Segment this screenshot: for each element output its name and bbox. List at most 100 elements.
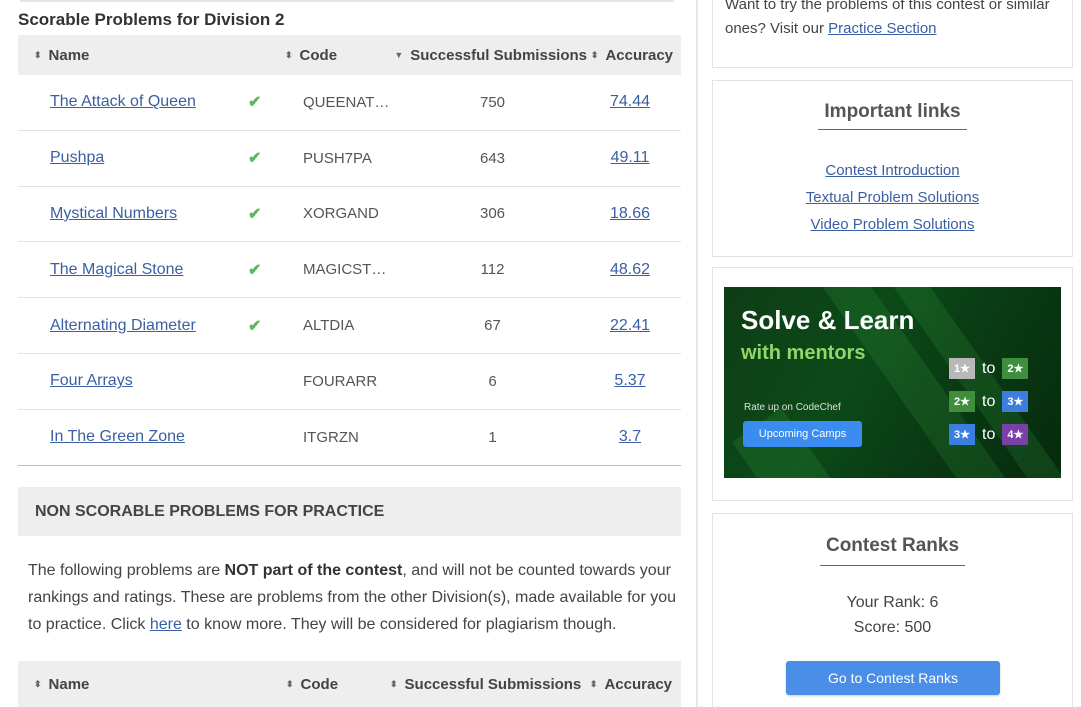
- accuracy-link[interactable]: 48.62: [610, 261, 650, 278]
- problem-link[interactable]: The Magical Stone: [50, 261, 183, 278]
- star-badge: 3★: [1002, 391, 1029, 412]
- scorable-title: Scorable Problems for Division 2: [18, 10, 285, 29]
- accuracy-link[interactable]: 18.66: [610, 205, 650, 222]
- accuracy-link[interactable]: 22.41: [610, 317, 650, 334]
- star-badge: 4★: [1002, 424, 1029, 445]
- accuracy-link[interactable]: 74.44: [610, 93, 650, 110]
- practice-card: Want to try the problems of this contest…: [712, 0, 1073, 68]
- header-label: Accuracy: [604, 675, 672, 693]
- important-links-list: Contest Introduction Textual Problem Sol…: [713, 157, 1072, 238]
- sort-icon: ⬍: [589, 678, 598, 689]
- contest-introduction-link[interactable]: Contest Introduction: [713, 157, 1072, 184]
- table-row: In The Green Zone ITGRZN 1 3.7: [18, 410, 681, 466]
- code-column-header[interactable]: ⬍ Code: [285, 47, 389, 64]
- problem-code: ITGRZN: [303, 428, 359, 446]
- sort-icon: ⬍: [390, 678, 398, 689]
- solved-check-icon: ✔: [248, 150, 262, 168]
- sort-icon: ⬍: [286, 678, 294, 689]
- banner-rate-text: Rate up on CodeChef: [744, 402, 841, 413]
- go-to-contest-ranks-button[interactable]: Go to Contest Ranks: [786, 661, 1000, 695]
- desc-bold: NOT part of the contest: [224, 562, 403, 579]
- name-column-header[interactable]: ⬍ Name: [18, 47, 285, 64]
- problem-link[interactable]: Alternating Diameter: [50, 317, 196, 334]
- submissions-column-header[interactable]: ⬍ Successful Submissions: [390, 676, 590, 693]
- to-label: to: [982, 425, 996, 443]
- your-rank: Your Rank: 6: [846, 594, 939, 611]
- problem-link[interactable]: In The Green Zone: [50, 428, 185, 445]
- table-row: Mystical Numbers ✔ XORGAND 306 18.66: [18, 187, 681, 243]
- submission-count: 643: [479, 149, 506, 167]
- header-label: Name: [48, 46, 90, 64]
- video-solutions-link[interactable]: Video Problem Solutions: [713, 211, 1072, 238]
- sort-desc-icon: ▼: [394, 49, 404, 60]
- problem-code: ALTDIA: [303, 317, 355, 335]
- submission-count: 306: [479, 205, 506, 223]
- nonscorable-title: NON SCORABLE PROBLEMS FOR PRACTICE: [18, 487, 681, 536]
- problem-link[interactable]: Four Arrays: [50, 372, 133, 389]
- code-column-header[interactable]: ⬍ Code: [286, 676, 390, 693]
- name-column-header[interactable]: ⬍ Name: [18, 676, 286, 693]
- solve-learn-banner[interactable]: Solve & Learn with mentors Rate up on Co…: [724, 287, 1061, 478]
- your-score: Score: 500: [853, 619, 932, 636]
- header-label: Code: [299, 46, 338, 64]
- header-label: Name: [48, 675, 90, 693]
- desc-text: The following problems are: [28, 562, 225, 579]
- scorable-table: ⬍ Name ⬍ Code ▼ Successful Submissions ⬍…: [18, 35, 681, 466]
- to-label: to: [982, 359, 996, 377]
- problem-code: FOURARR: [303, 372, 378, 390]
- star-badge: 3★: [949, 424, 975, 445]
- header-label: Successful Submissions: [404, 675, 582, 693]
- header-label: Successful Submissions: [410, 46, 587, 64]
- banner-card: Solve & Learn with mentors Rate up on Co…: [712, 267, 1073, 501]
- scorable-table-header: ⬍ Name ⬍ Code ▼ Successful Submissions ⬍…: [18, 35, 681, 75]
- submission-count: 1: [488, 428, 497, 446]
- problem-link[interactable]: Mystical Numbers: [50, 205, 177, 222]
- solved-check-icon: ✔: [248, 261, 262, 279]
- submissions-column-header[interactable]: ▼ Successful Submissions: [389, 47, 587, 64]
- accuracy-link[interactable]: 3.7: [619, 428, 641, 445]
- practice-section-link[interactable]: Practice Section: [828, 20, 936, 37]
- to-label: to: [982, 392, 996, 410]
- star-upgrade-row: 1★ to 2★: [949, 358, 1029, 379]
- sort-icon: ⬍: [590, 49, 599, 60]
- nonscorable-table-header: ⬍ Name ⬍ Code ⬍ Successful Submissions ⬍…: [18, 661, 681, 707]
- problems-panel: Scorable Problems for Division 2 ⬍ Name …: [0, 0, 698, 707]
- sort-icon: ⬍: [285, 49, 293, 60]
- table-row: Four Arrays FOURARR 6 5.37: [18, 354, 681, 410]
- upcoming-camps-button[interactable]: Upcoming Camps: [743, 421, 862, 447]
- accuracy-column-header[interactable]: ⬍ Accuracy: [587, 47, 681, 64]
- here-link[interactable]: here: [150, 616, 182, 633]
- sort-icon: ⬍: [34, 49, 42, 60]
- table-row: Pushpa ✔ PUSH7PA 643 49.11: [18, 131, 681, 187]
- table-row: The Magical Stone ✔ MAGICST… 112 48.62: [18, 242, 681, 299]
- problem-code: XORGAND: [303, 205, 379, 223]
- table-row: The Attack of Queen ✔ QUEENAT… 750 74.44: [18, 75, 681, 131]
- accuracy-link[interactable]: 49.11: [611, 149, 650, 166]
- important-links-card: Important links Contest Introduction Tex…: [712, 80, 1073, 257]
- rank-info: Your Rank: 6 Score: 500: [713, 590, 1072, 640]
- banner-subtitle: with mentors: [741, 342, 866, 364]
- problem-link[interactable]: The Attack of Queen: [50, 93, 196, 110]
- accuracy-link[interactable]: 5.37: [614, 372, 645, 389]
- problem-link[interactable]: Pushpa: [50, 149, 104, 166]
- star-badge: 1★: [949, 358, 975, 379]
- textual-solutions-link[interactable]: Textual Problem Solutions: [713, 184, 1072, 211]
- submission-count: 6: [488, 372, 497, 390]
- submission-count: 112: [480, 261, 505, 279]
- contest-ranks-title: Contest Ranks: [825, 535, 960, 556]
- star-badge: 2★: [949, 391, 975, 412]
- nonscorable-table: ⬍ Name ⬍ Code ⬍ Successful Submissions ⬍…: [18, 661, 681, 707]
- table-row: Alternating Diameter ✔ ALTDIA 67 22.41: [18, 298, 681, 354]
- heading-underline: [820, 565, 965, 566]
- contest-ranks-card: Contest Ranks Your Rank: 6 Score: 500 Go…: [712, 513, 1073, 707]
- nonscorable-description: The following problems are NOT part of t…: [28, 557, 678, 638]
- submission-count: 67: [484, 317, 501, 335]
- problem-code: PUSH7PA: [303, 149, 372, 167]
- problem-code: QUEENAT…: [303, 93, 390, 111]
- submission-count: 750: [479, 93, 506, 111]
- heading-underline: [818, 129, 967, 130]
- accuracy-column-header[interactable]: ⬍ Accuracy: [590, 676, 681, 693]
- star-badge: 2★: [1002, 358, 1029, 379]
- practice-text: Want to try the problems of this contest…: [725, 0, 1065, 41]
- header-label: Accuracy: [605, 46, 673, 64]
